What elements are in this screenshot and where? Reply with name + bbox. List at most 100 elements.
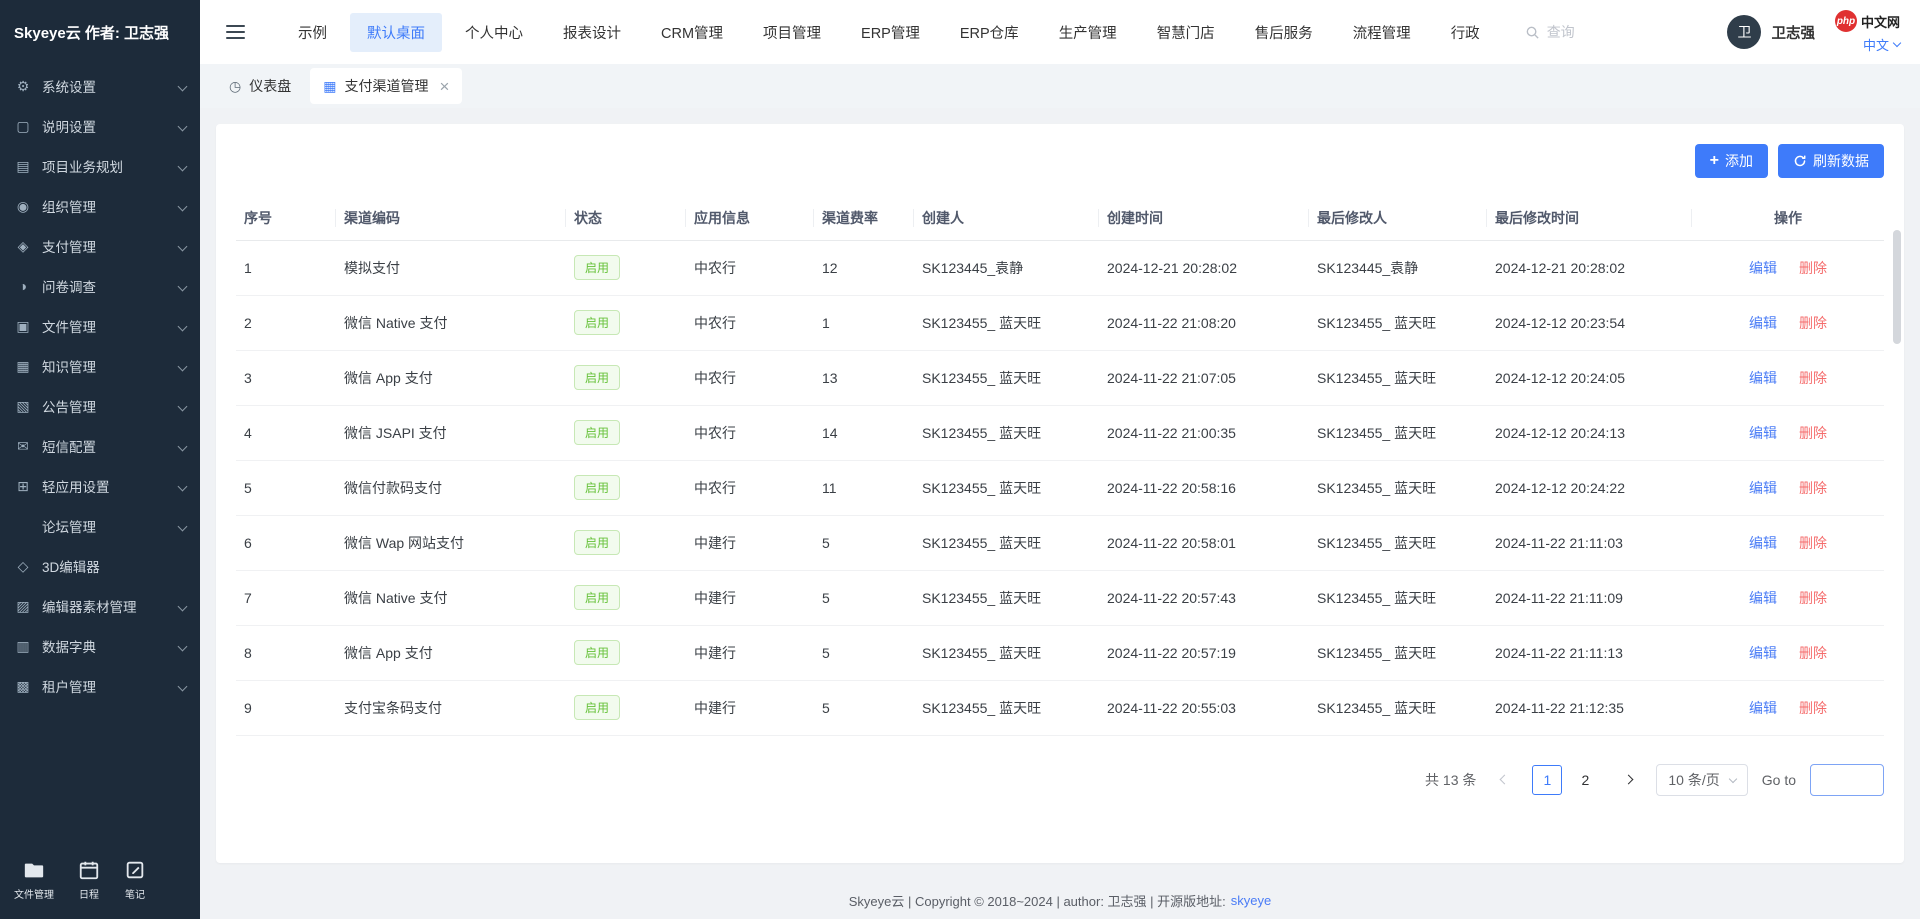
sidebar-item[interactable]: ⊞轻应用设置 — [0, 466, 200, 506]
close-icon[interactable]: × — [439, 78, 449, 95]
scrollbar-thumb[interactable] — [1893, 230, 1901, 344]
cell-actions: 编辑 删除 — [1692, 405, 1884, 460]
top-nav-item[interactable]: 示例 — [281, 13, 344, 52]
top-nav: 示例默认桌面个人中心报表设计CRM管理项目管理ERP管理ERP仓库生产管理智慧门… — [281, 13, 1497, 52]
page-number-button[interactable]: 2 — [1570, 765, 1600, 795]
cell-app-info: 中农行 — [686, 240, 814, 295]
content-area: + 添加 刷新数据 — [200, 108, 1920, 881]
cell-status: 启用 — [566, 350, 686, 405]
cell-created-time: 2024-11-22 21:00:35 — [1099, 405, 1309, 460]
sidebar-item[interactable]: ▩租户管理 — [0, 666, 200, 706]
cell-actions: 编辑 删除 — [1692, 515, 1884, 570]
refresh-button[interactable]: 刷新数据 — [1778, 144, 1884, 178]
note-shortcut[interactable]: 笔记 — [124, 859, 146, 901]
column-header: 渠道费率 — [814, 196, 914, 240]
top-nav-item[interactable]: 行政 — [1434, 13, 1497, 52]
top-nav-item[interactable]: 个人中心 — [448, 13, 540, 52]
cell-modified-time: 2024-11-22 21:11:03 — [1487, 515, 1692, 570]
sidebar-item-label: 项目业务规划 — [42, 156, 123, 176]
top-nav-item[interactable]: CRM管理 — [644, 13, 740, 52]
edit-link[interactable]: 编辑 — [1749, 700, 1777, 716]
edit-link[interactable]: 编辑 — [1749, 590, 1777, 606]
sidebar-item[interactable]: ▥数据字典 — [0, 626, 200, 666]
delete-link[interactable]: 删除 — [1799, 480, 1827, 496]
page-size-label: 10 条/页 — [1668, 770, 1719, 790]
chevron-down-icon — [178, 481, 188, 491]
sidebar-item[interactable]: ▧公告管理 — [0, 386, 200, 426]
site-logo[interactable]: php 中文网 — [1835, 10, 1900, 32]
top-nav-item[interactable]: ERP管理 — [844, 13, 937, 52]
menu-toggle-icon[interactable] — [226, 25, 245, 39]
sidebar-item[interactable]: ◑问卷调查 — [0, 266, 200, 306]
top-nav-item[interactable]: 默认桌面 — [350, 13, 442, 52]
edit-link[interactable]: 编辑 — [1749, 535, 1777, 551]
edit-link[interactable]: 编辑 — [1749, 425, 1777, 441]
shortcut-label: 日程 — [79, 886, 99, 901]
delete-link[interactable]: 删除 — [1799, 590, 1827, 606]
gear-icon: ⚙ — [14, 78, 32, 95]
sidebar-item-label: 编辑器素材管理 — [42, 596, 137, 616]
refresh-icon — [1793, 154, 1807, 168]
delete-link[interactable]: 删除 — [1799, 535, 1827, 551]
cell-rate: 1 — [814, 295, 914, 350]
sidebar-item[interactable]: ◈支付管理 — [0, 226, 200, 266]
add-button[interactable]: + 添加 — [1695, 144, 1768, 178]
top-nav-item[interactable]: ERP仓库 — [943, 13, 1036, 52]
delete-link[interactable]: 删除 — [1799, 315, 1827, 331]
cell-rate: 5 — [814, 515, 914, 570]
cell-rate: 11 — [814, 460, 914, 515]
calendar-shortcut[interactable]: 日程 — [78, 859, 100, 901]
goto-page-input[interactable] — [1810, 764, 1884, 796]
language-selector[interactable]: 中文 — [1863, 35, 1900, 54]
footer-link[interactable]: skyeye — [1231, 893, 1271, 908]
edit-link[interactable]: 编辑 — [1749, 315, 1777, 331]
search-input[interactable] — [1547, 24, 1625, 40]
cell-index: 3 — [236, 350, 336, 405]
status-badge: 启用 — [574, 310, 620, 335]
cell-creator: SK123455_ 蓝天旺 — [914, 515, 1099, 570]
chevron-down-icon — [178, 281, 188, 291]
sidebar-item[interactable]: ▨编辑器素材管理 — [0, 586, 200, 626]
tab-item[interactable]: ◷仪表盘 — [216, 68, 304, 104]
user-name[interactable]: 卫志强 — [1771, 22, 1815, 43]
top-nav-item[interactable]: 智慧门店 — [1140, 13, 1232, 52]
prev-page-button[interactable] — [1490, 766, 1518, 794]
delete-link[interactable]: 删除 — [1799, 645, 1827, 661]
page-size-select[interactable]: 10 条/页 — [1656, 764, 1747, 796]
grid-icon: ▦ — [323, 79, 336, 93]
sidebar-item[interactable]: ✉短信配置 — [0, 426, 200, 466]
sidebar-item[interactable]: ▦知识管理 — [0, 346, 200, 386]
cell-index: 4 — [236, 405, 336, 460]
delete-link[interactable]: 删除 — [1799, 425, 1827, 441]
top-nav-item[interactable]: 流程管理 — [1336, 13, 1428, 52]
column-header: 创建人 — [914, 196, 1099, 240]
tab-label: 支付渠道管理 — [344, 76, 428, 96]
folder-shortcut[interactable]: 文件管理 — [14, 859, 54, 901]
sidebar-item[interactable]: ▤项目业务规划 — [0, 146, 200, 186]
delete-link[interactable]: 删除 — [1799, 700, 1827, 716]
top-nav-item[interactable]: 生产管理 — [1042, 13, 1134, 52]
edit-link[interactable]: 编辑 — [1749, 370, 1777, 386]
sidebar-item[interactable]: ▢说明设置 — [0, 106, 200, 146]
sidebar-item[interactable]: ◇3D编辑器 — [0, 546, 200, 586]
page-number-button[interactable]: 1 — [1532, 765, 1562, 795]
top-nav-item[interactable]: 售后服务 — [1238, 13, 1330, 52]
sidebar-item[interactable]: ▣文件管理 — [0, 306, 200, 346]
sidebar-item[interactable]: ◉组织管理 — [0, 186, 200, 226]
edit-link[interactable]: 编辑 — [1749, 260, 1777, 276]
top-nav-item[interactable]: 项目管理 — [746, 13, 838, 52]
edit-link[interactable]: 编辑 — [1749, 645, 1777, 661]
top-nav-item[interactable]: 报表设计 — [546, 13, 638, 52]
delete-link[interactable]: 删除 — [1799, 260, 1827, 276]
language-label: 中文 — [1863, 35, 1889, 54]
delete-link[interactable]: 删除 — [1799, 370, 1827, 386]
chevron-down-icon — [1729, 774, 1737, 782]
sidebar-item[interactable]: ⚙系统设置 — [0, 66, 200, 106]
avatar[interactable]: 卫 — [1727, 15, 1761, 49]
chevron-down-icon — [178, 441, 188, 451]
tab-item[interactable]: ▦ 支付渠道管理 × — [310, 68, 462, 104]
sidebar-item[interactable]: 论坛管理 — [0, 506, 200, 546]
next-page-button[interactable] — [1614, 766, 1642, 794]
edit-link[interactable]: 编辑 — [1749, 480, 1777, 496]
cell-created-time: 2024-11-22 21:08:20 — [1099, 295, 1309, 350]
